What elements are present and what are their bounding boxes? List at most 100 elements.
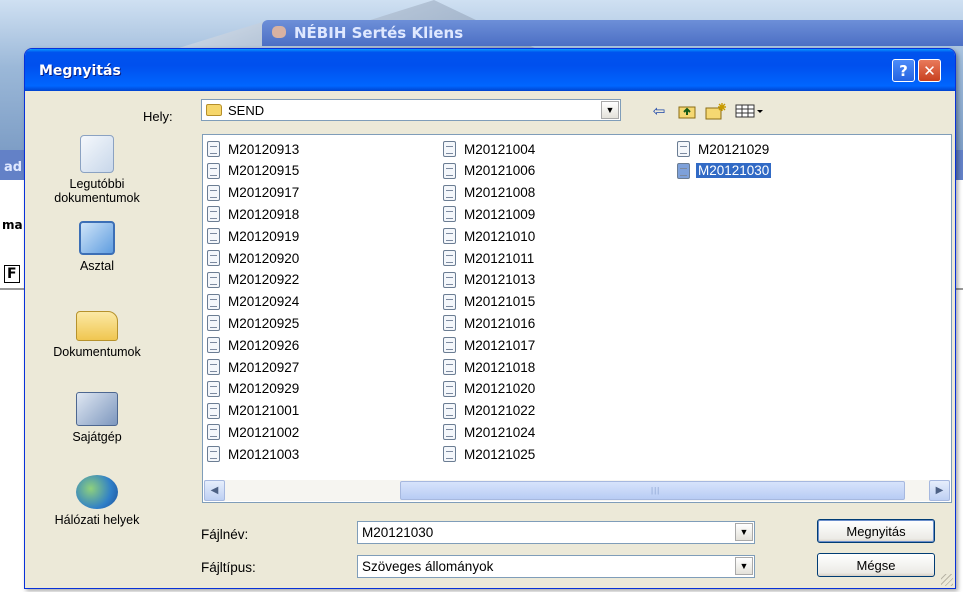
new-folder-icon[interactable] [705, 101, 727, 121]
places-label: Sajátgép [72, 430, 122, 444]
file-item[interactable]: M20121022 [443, 401, 537, 421]
views-menu-icon[interactable] [735, 101, 765, 121]
look-in-value: SEND [228, 102, 265, 118]
background-app-title: NÉBIH Sertés Kliens [294, 24, 464, 42]
text-file-icon [443, 337, 456, 354]
horizontal-scrollbar[interactable]: ◀ ||| ▶ [204, 480, 950, 501]
file-item[interactable]: M20121025 [443, 444, 537, 464]
places-desktop[interactable]: Asztal [33, 221, 161, 273]
file-item[interactable]: M20121015 [443, 292, 537, 312]
file-name-text: M20120918 [228, 206, 300, 222]
text-file-icon [677, 162, 690, 179]
app-icon [272, 26, 286, 38]
places-recent-documents[interactable]: Legutóbbi dokumentumok [33, 135, 161, 205]
text-file-icon [207, 293, 220, 310]
my-documents-icon [76, 311, 118, 341]
file-item[interactable]: M20120919 [207, 226, 301, 246]
file-name-text: M20121022 [464, 403, 536, 419]
places-my-documents[interactable]: Dokumentumok [33, 311, 161, 359]
close-button[interactable]: ✕ [918, 59, 941, 82]
file-item[interactable]: M20121004 [443, 139, 537, 159]
places-my-computer[interactable]: Sajátgép [33, 392, 161, 444]
file-item[interactable]: M20121002 [207, 422, 301, 442]
file-name-text: M20121003 [228, 446, 300, 462]
file-item[interactable]: M20120913 [207, 139, 301, 159]
file-item[interactable]: M20121010 [443, 226, 537, 246]
file-item[interactable]: M20121017 [443, 335, 537, 355]
file-name-text: M20120919 [228, 228, 300, 244]
file-name-text: M20120925 [228, 315, 300, 331]
file-item[interactable]: M20121008 [443, 183, 537, 203]
look-in-dropdown[interactable]: SEND ▼ [201, 99, 621, 121]
background-text-fragment: ma [2, 218, 23, 232]
file-item[interactable]: M20121013 [443, 270, 537, 290]
file-item[interactable]: M20120915 [207, 161, 301, 181]
file-list-items: M20120913 M20120915 M20120917 M20120918 M201… [203, 135, 951, 478]
file-item[interactable]: M20120917 [207, 183, 301, 203]
places-network[interactable]: Hálózati helyek [33, 475, 161, 527]
cancel-button[interactable]: Mégse [817, 553, 935, 577]
open-file-dialog: Megnyitás ? ✕ Hely: SEND ▼ ⇦ Legutóbbi d… [24, 48, 956, 589]
file-name-text: M20121025 [464, 446, 536, 462]
file-item[interactable]: M20121018 [443, 357, 537, 377]
text-file-icon [443, 162, 456, 179]
file-item[interactable]: M20120925 [207, 313, 301, 333]
file-name-text: M20121001 [228, 403, 300, 419]
desktop-icon [79, 221, 115, 255]
file-item[interactable]: M20121009 [443, 204, 537, 224]
file-item[interactable]: M20120920 [207, 248, 301, 268]
file-type-value: Szöveges állományok [362, 559, 494, 574]
chevron-down-icon[interactable]: ▼ [735, 523, 753, 541]
text-file-icon [443, 446, 456, 463]
file-item[interactable]: M20120922 [207, 270, 301, 290]
file-name-text: M20121017 [464, 337, 536, 353]
file-item[interactable]: M20121006 [443, 161, 537, 181]
file-name-text: M20121004 [464, 141, 536, 157]
file-item[interactable]: M20120927 [207, 357, 301, 377]
file-name-text: M20121029 [698, 141, 770, 157]
file-name-text: M20121015 [464, 294, 536, 310]
file-item[interactable]: M20121003 [207, 444, 301, 464]
recent-documents-icon [80, 135, 114, 173]
file-item[interactable]: M20121030 [677, 161, 772, 181]
places-label: Asztal [79, 259, 115, 273]
file-item[interactable]: M20120918 [207, 204, 301, 224]
file-item[interactable]: M20121001 [207, 401, 301, 421]
file-list-view[interactable]: M20120913 M20120915 M20120917 M20120918 M201… [202, 134, 952, 503]
file-item[interactable]: M20121024 [443, 422, 537, 442]
file-type-select[interactable]: Szöveges állományok ▼ [357, 555, 755, 578]
file-name-text: M20120917 [228, 185, 300, 201]
file-item[interactable]: M20120929 [207, 379, 301, 399]
file-item[interactable]: M20120924 [207, 292, 301, 312]
file-name-text: M20120915 [228, 163, 300, 179]
scroll-left-button[interactable]: ◀ [204, 480, 225, 501]
dialog-title: Megnyitás [39, 63, 121, 79]
resize-grip-icon[interactable] [941, 574, 953, 586]
text-file-icon [443, 250, 456, 266]
text-file-icon [443, 424, 456, 441]
file-item[interactable]: M20120926 [207, 335, 301, 355]
chevron-down-icon[interactable]: ▼ [735, 557, 753, 575]
file-name-text: M20121008 [464, 185, 536, 201]
dialog-titlebar[interactable]: Megnyitás ? ✕ [25, 49, 955, 91]
scroll-right-button[interactable]: ▶ [929, 480, 950, 501]
up-folder-icon[interactable] [677, 101, 697, 121]
file-name-input[interactable]: M20121030 ▼ [357, 521, 755, 544]
text-file-icon [443, 271, 456, 288]
file-item[interactable]: M20121020 [443, 379, 537, 399]
file-name-text: M20121020 [464, 381, 536, 397]
open-button[interactable]: Megnyitás [817, 519, 935, 543]
help-button[interactable]: ? [892, 59, 915, 82]
file-item[interactable]: M20121016 [443, 313, 537, 333]
file-name-text: M20120929 [228, 381, 300, 397]
places-label: Hálózati helyek [54, 513, 140, 527]
file-name-text: M20121010 [464, 228, 536, 244]
text-file-icon [207, 228, 220, 245]
file-name-text: M20121009 [464, 206, 536, 222]
file-item[interactable]: M20121011 [443, 248, 536, 268]
text-file-icon [207, 162, 220, 179]
back-arrow-icon[interactable]: ⇦ [649, 101, 669, 121]
text-file-icon [207, 315, 220, 332]
chevron-down-icon[interactable]: ▼ [601, 101, 619, 119]
file-item[interactable]: M20121029 [677, 139, 771, 159]
